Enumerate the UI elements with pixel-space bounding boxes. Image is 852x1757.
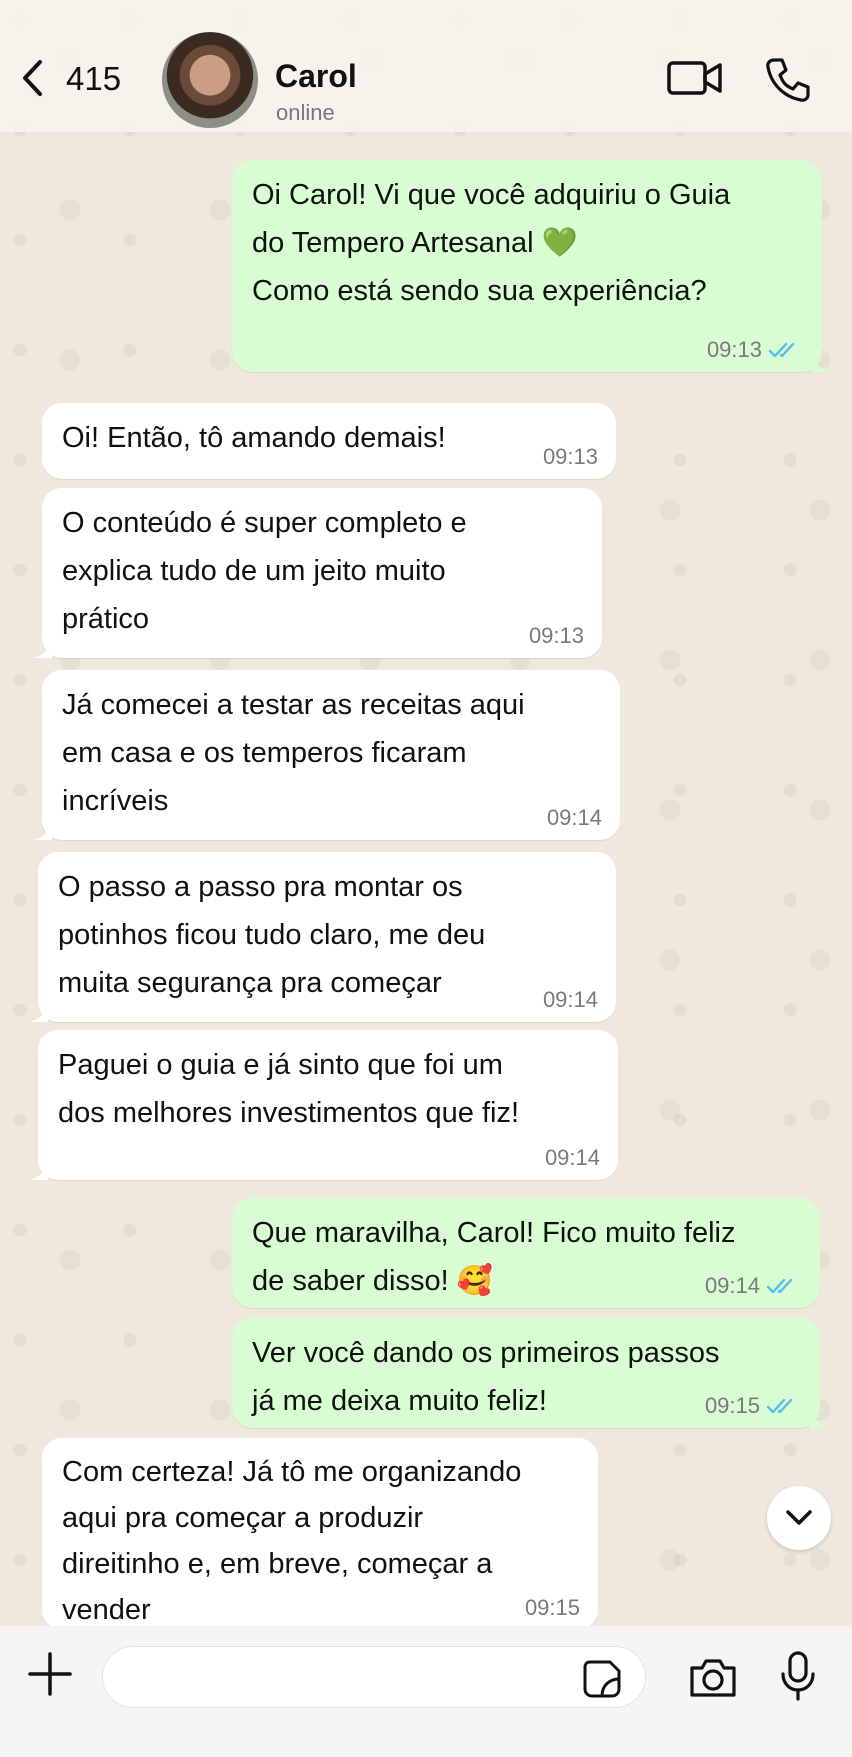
message-text: Paguei o guia e já sinto que foi um dos … — [58, 1049, 519, 1129]
bubble-tail — [28, 1002, 48, 1022]
message-time: 09:14 — [704, 1273, 760, 1298]
message-meta: 09:13 — [529, 624, 584, 648]
message-bubble-outgoing[interactable]: Que maravilha, Carol! Fico muito feliz d… — [232, 1198, 820, 1308]
plus-icon[interactable] — [28, 1652, 72, 1696]
message-meta: 09:14 — [543, 988, 598, 1012]
message-meta: 09:13 — [707, 338, 804, 362]
camera-icon[interactable] — [688, 1656, 738, 1700]
back-button[interactable] — [18, 56, 48, 100]
message-meta: 09:14 — [545, 1146, 600, 1170]
message-time: 09:14 — [546, 805, 602, 830]
sticker-icon[interactable] — [582, 1659, 622, 1699]
unread-count[interactable]: 415 — [66, 60, 121, 98]
bubble-tail — [28, 1160, 48, 1180]
video-call-icon[interactable] — [666, 56, 724, 100]
message-bubble-incoming[interactable]: O conteúdo é super completo e explica tu… — [32, 488, 602, 658]
message-text: Oi! Então, tô amando demais! — [62, 422, 446, 454]
message-meta: 09:14 — [705, 1274, 802, 1298]
message-time: 09:13 — [528, 623, 584, 648]
read-ticks-icon — [766, 1278, 793, 1294]
bubble-tail — [810, 1408, 830, 1428]
chevron-down-icon — [786, 1510, 812, 1525]
message-bubble-incoming[interactable]: O passo a passo pra montar os potinhos f… — [28, 852, 616, 1022]
message-text: Com certeza! Já tô me organizando aqui p… — [62, 1456, 522, 1626]
message-text: O conteúdo é super completo e explica tu… — [62, 507, 467, 635]
chevron-left-icon — [23, 60, 42, 96]
message-meta: 09:13 — [543, 445, 598, 469]
message-time: 09:15 — [704, 1393, 760, 1418]
message-text: O passo a passo pra montar os potinhos f… — [58, 871, 486, 999]
message-bubble-outgoing[interactable]: Oi Carol! Vi que você adquiriu o Guia do… — [232, 160, 832, 372]
message-time: 09:14 — [542, 987, 598, 1012]
phone-call-icon[interactable] — [764, 56, 812, 104]
message-time: 09:14 — [544, 1145, 600, 1170]
message-bubble-incoming[interactable]: Paguei o guia e já sinto que foi um dos … — [28, 1030, 618, 1180]
message-meta: 09:15 — [525, 1596, 580, 1620]
message-bubble-outgoing[interactable]: Ver você dando os primeiros passos já me… — [232, 1318, 830, 1428]
read-ticks-icon — [766, 1398, 793, 1414]
message-bubble-incoming[interactable]: Já comecei a testar as receitas aqui em … — [32, 670, 620, 840]
read-ticks-icon — [768, 342, 795, 358]
message-meta: 09:14 — [547, 806, 602, 830]
scroll-to-bottom-button[interactable] — [767, 1486, 831, 1550]
bubble-tail — [32, 638, 52, 658]
message-bubble-incoming[interactable]: Com certeza! Já tô me organizando aqui p… — [42, 1438, 598, 1630]
chat-header: 415 Carol online — [0, 0, 852, 132]
message-bubble-incoming[interactable]: Oi! Então, tô amando demais! 09:13 — [42, 403, 616, 479]
message-time: 09:13 — [706, 337, 762, 362]
bubble-tail — [812, 352, 832, 372]
message-text: Já comecei a testar as receitas aqui em … — [62, 689, 525, 817]
microphone-icon[interactable] — [780, 1650, 816, 1702]
avatar[interactable] — [162, 32, 258, 128]
contact-name[interactable]: Carol — [275, 58, 357, 95]
message-input[interactable] — [102, 1646, 646, 1708]
message-time: 09:13 — [542, 444, 598, 469]
bubble-tail — [32, 820, 52, 840]
message-composer — [0, 1626, 852, 1757]
message-text: Oi Carol! Vi que você adquiriu o Guia do… — [252, 179, 731, 307]
message-time: 09:15 — [524, 1595, 580, 1620]
contact-status: online — [276, 100, 335, 125]
message-meta: 09:15 — [705, 1394, 802, 1418]
